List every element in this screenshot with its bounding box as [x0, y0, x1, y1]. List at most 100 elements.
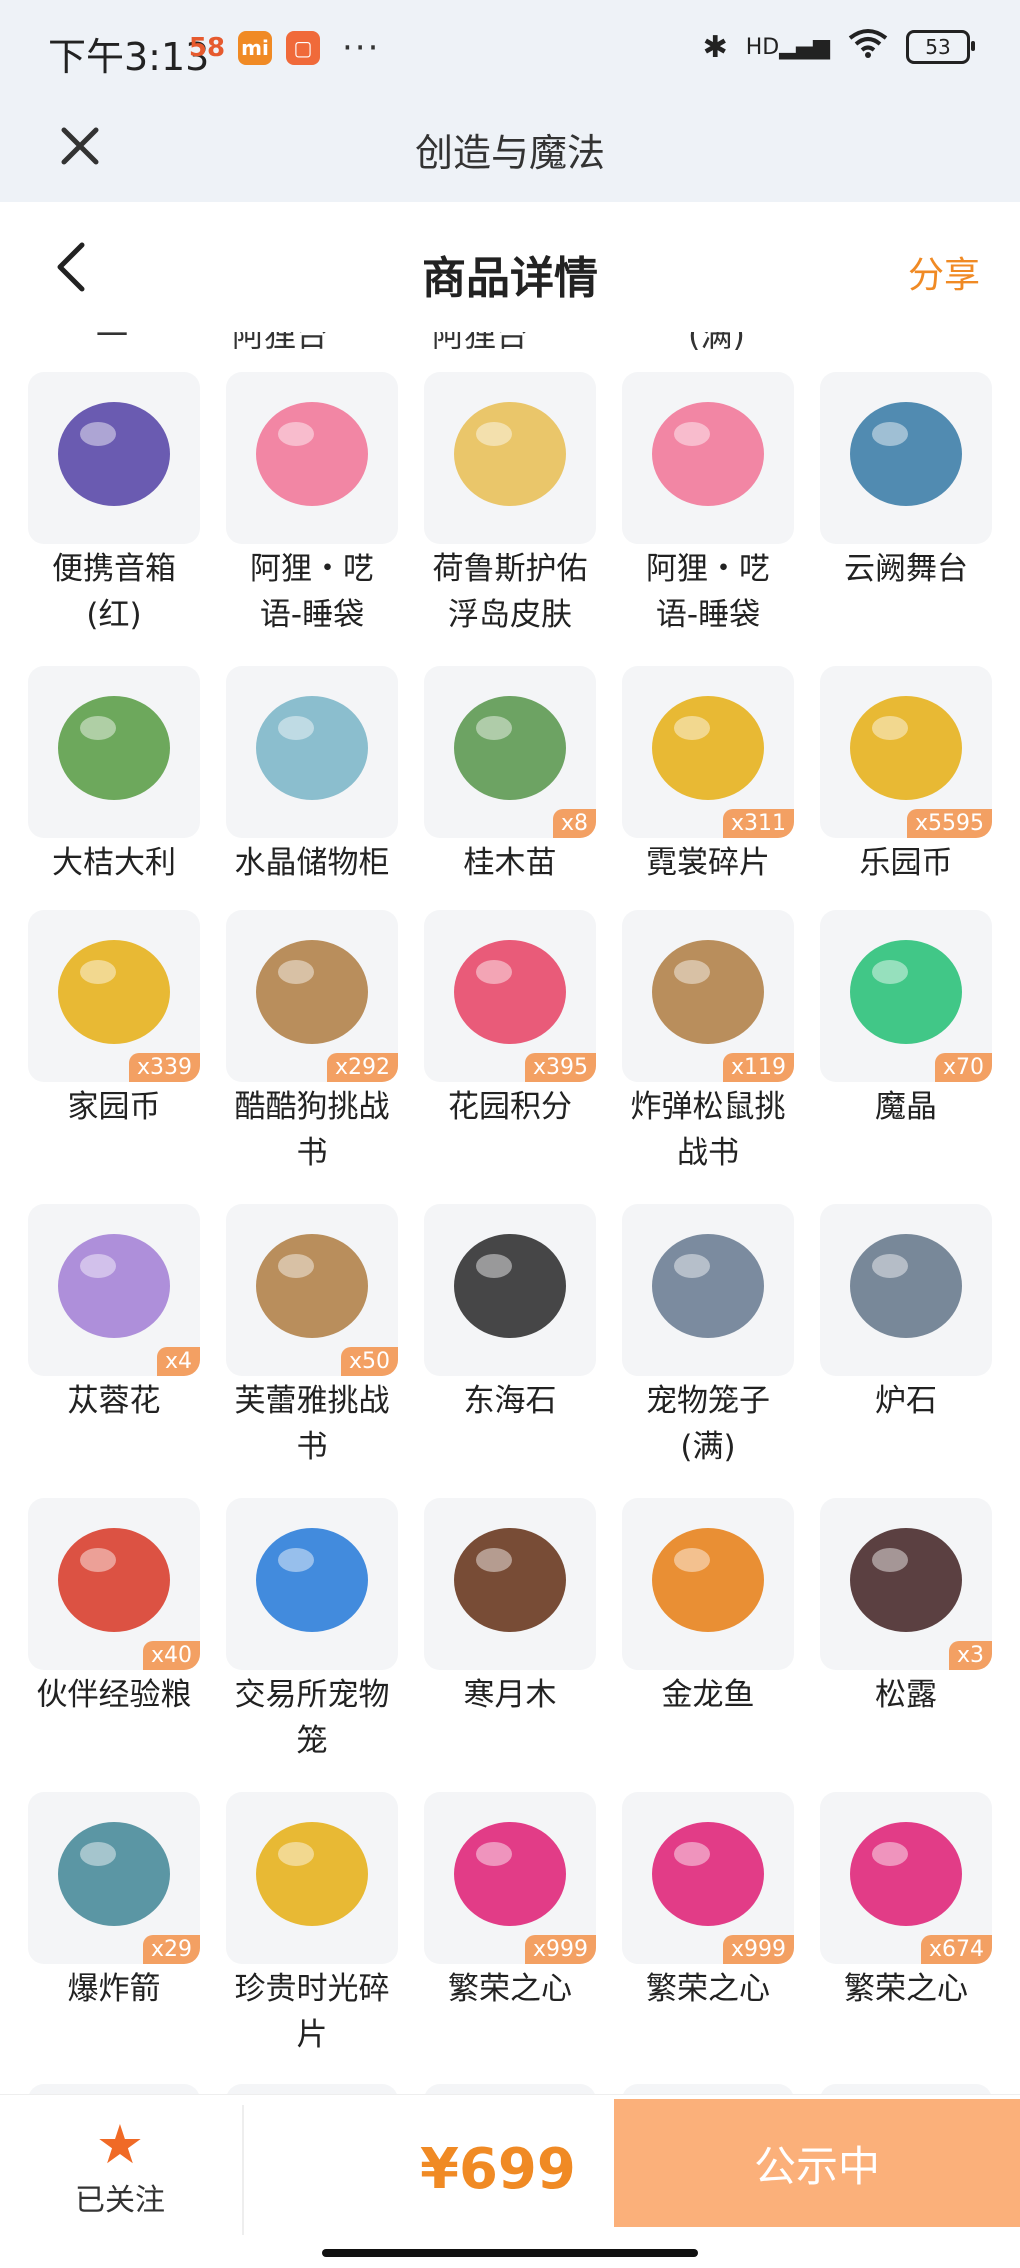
item-grid[interactable]: 一 阿狸台 阿狸台 (满) 便携音箱 (红) 阿狸・呓 语-睡袋 荷鲁斯护佑 浮岛皮肤 阿狸…	[0, 332, 1020, 2094]
item-image: x292	[226, 910, 398, 1082]
item-image	[226, 1498, 398, 1670]
item-card[interactable]: 炉石	[820, 1204, 996, 1424]
item-count-badge: x40	[142, 1641, 200, 1670]
share-button[interactable]: 分享	[908, 246, 980, 298]
item-name-line2: 书	[296, 1135, 328, 1171]
item-image	[820, 1204, 992, 1376]
item-name: 芙蕾雅挑战	[234, 1383, 390, 1419]
item-art-icon	[652, 1528, 764, 1632]
item-card[interactable]: 宠物笼子 (满)	[622, 1204, 798, 1470]
item-name: 苁蓉花	[67, 1383, 161, 1419]
item-card[interactable]: x50 芙蕾雅挑战书	[226, 1204, 402, 1470]
item-art-icon	[454, 402, 566, 506]
item-image	[226, 372, 398, 544]
item-card[interactable]: x999 繁荣之心	[424, 1792, 600, 2012]
home-indicator[interactable]	[322, 2249, 698, 2257]
item-image	[424, 372, 596, 544]
item-name-line2: 浮岛皮肤	[448, 597, 572, 633]
item-card[interactable]: 大桔大利	[28, 666, 204, 886]
item-name: 炸弹松鼠挑	[630, 1089, 786, 1125]
item-card[interactable]: x5595 乐园币	[820, 666, 996, 886]
item-name: 炉石	[875, 1383, 937, 1419]
item-card[interactable]: x40 伙伴经验粮	[28, 1498, 204, 1718]
item-image	[622, 1498, 794, 1670]
item-image: x50	[226, 1204, 398, 1376]
item-card[interactable]: x999 繁荣之心	[622, 1792, 798, 2012]
item-card[interactable]: 寒月木	[424, 1498, 600, 1718]
item-image: x40	[28, 1498, 200, 1670]
item-count-badge: x119	[722, 1053, 794, 1082]
item-count-badge: x5595	[906, 809, 992, 838]
item-name: 酷酷狗挑战	[234, 1089, 390, 1125]
item-art-icon	[652, 402, 764, 506]
item-name: 桂木苗	[463, 845, 557, 881]
partial-row-top: 一 阿狸台 阿狸台 (满)	[96, 332, 745, 352]
item-card[interactable]: 阿狸・呓 语-睡袋	[622, 372, 798, 638]
item-image: x999	[622, 1792, 794, 1964]
item-card[interactable]: 金龙鱼	[622, 1498, 798, 1718]
item-name: 家园币	[67, 1089, 161, 1125]
item-name: 乐园币	[859, 845, 953, 881]
item-count-badge: x395	[524, 1053, 596, 1082]
item-card[interactable]: x339 家园币	[28, 910, 204, 1130]
item-count-badge: x70	[934, 1053, 992, 1082]
app-58-icon: 58	[188, 33, 226, 63]
item-card[interactable]: x311 霓裳碎片	[622, 666, 798, 886]
item-card[interactable]: 云阙舞台	[820, 372, 996, 592]
item-image	[28, 666, 200, 838]
item-name: 大桔大利	[52, 845, 176, 881]
item-image	[622, 372, 794, 544]
item-name-line2: 战书	[677, 1135, 739, 1171]
item-name: 东海石	[463, 1383, 557, 1419]
status-time: 下午3:13	[48, 35, 210, 79]
item-image: x70	[820, 910, 992, 1082]
item-image	[622, 1204, 794, 1376]
follow-button[interactable]: ★ 已关注	[40, 2115, 200, 2235]
item-card[interactable]: 便携音箱 (红)	[28, 372, 204, 638]
bottom-action-bar: ★ 已关注 ¥699 公示中	[0, 2094, 1020, 2268]
item-name: 花园积分	[448, 1089, 572, 1125]
app-title: 创造与魔法	[414, 131, 605, 175]
item-card[interactable]: x4 苁蓉花	[28, 1204, 204, 1424]
item-name-line2: (满)	[680, 1429, 736, 1465]
page-header: 商品详情 分享	[0, 202, 1020, 332]
item-card[interactable]: 交易所宠物笼	[226, 1498, 402, 1764]
item-card[interactable]: x292 酷酷狗挑战书	[226, 910, 402, 1176]
item-name: 阿狸・呓	[646, 551, 770, 587]
status-bar: 下午3:13 58 mi ▢ ··· ✱ HD▂▄▆ 53	[0, 0, 1020, 100]
item-name: 金龙鱼	[661, 1677, 755, 1713]
item-card[interactable]: 东海石	[424, 1204, 600, 1424]
item-name: 霓裳碎片	[646, 845, 770, 881]
item-art-icon	[256, 1822, 368, 1926]
item-image	[820, 372, 992, 544]
item-count-badge: x674	[920, 1935, 992, 1964]
partial-item-card	[622, 2084, 794, 2094]
item-name: 松露	[875, 1677, 937, 1713]
item-count-badge: x999	[524, 1935, 596, 1964]
item-image: x395	[424, 910, 596, 1082]
item-name: 荷鲁斯护佑	[432, 551, 588, 587]
partial-item-card	[28, 2084, 200, 2094]
item-name: 繁荣之心	[646, 1971, 770, 2007]
item-card[interactable]: 珍贵时光碎片	[226, 1792, 402, 2058]
item-card[interactable]: 荷鲁斯护佑 浮岛皮肤	[424, 372, 600, 638]
item-name: 水晶储物柜	[234, 845, 390, 881]
partial-item-card	[820, 2084, 992, 2094]
item-card[interactable]: x674 繁荣之心	[820, 1792, 996, 2012]
item-card[interactable]: x8 桂木苗	[424, 666, 600, 886]
item-image: x5595	[820, 666, 992, 838]
item-card[interactable]: x70 魔晶	[820, 910, 996, 1130]
item-card[interactable]: x395 花园积分	[424, 910, 600, 1130]
item-count-badge: x292	[326, 1053, 398, 1082]
item-card[interactable]: 水晶储物柜	[226, 666, 402, 886]
item-count-badge: x8	[552, 809, 596, 838]
item-count-badge: x50	[340, 1347, 398, 1376]
item-art-icon	[850, 402, 962, 506]
bluetooth-icon: ✱	[702, 29, 728, 65]
item-card[interactable]: x119 炸弹松鼠挑战书	[622, 910, 798, 1176]
item-card[interactable]: 阿狸・呓 语-睡袋	[226, 372, 402, 638]
item-art-icon	[256, 402, 368, 506]
item-card[interactable]: x29 爆炸箭	[28, 1792, 204, 2012]
status-button[interactable]: 公示中	[614, 2099, 1020, 2227]
item-card[interactable]: x3 松露	[820, 1498, 996, 1718]
